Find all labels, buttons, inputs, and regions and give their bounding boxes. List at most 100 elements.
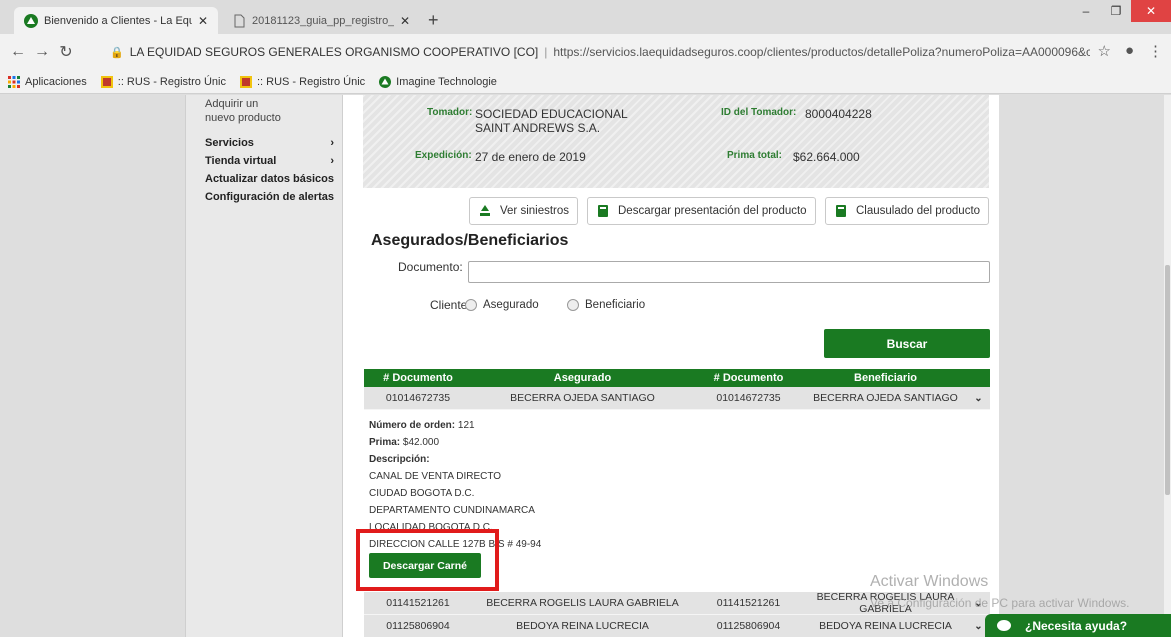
buscar-button[interactable]: Buscar: [824, 329, 990, 358]
menu-icon[interactable]: ⋮: [1148, 42, 1163, 60]
documento-cell: 01014672735: [716, 392, 781, 404]
chevron-right-icon: ›: [330, 155, 334, 167]
activate-windows-title: Activar Windows: [870, 573, 989, 590]
browser-tab-bar: Bienvenido a Clientes - La Equida ✕ 2018…: [0, 0, 1171, 34]
prima-total-value: $62.664.000: [793, 150, 860, 164]
scrollbar[interactable]: [1164, 95, 1171, 637]
siniestro-icon: [480, 205, 490, 216]
scrollbar-thumb[interactable]: [1165, 265, 1170, 495]
bookmark-imagine[interactable]: Imagine Technologie: [379, 75, 497, 88]
sidebar-item-servicios[interactable]: Servicios ›: [186, 136, 342, 150]
book-icon: [598, 205, 608, 217]
bookmark-label: Aplicaciones: [25, 75, 87, 88]
main-content: Tomador: SOCIEDAD EDUCACIONAL SAINT ANDR…: [343, 95, 999, 637]
highlight-box: [356, 529, 499, 591]
expedicion-value: 27 de enero de 2019: [475, 150, 586, 164]
sidebar-item-actualizar-datos[interactable]: Actualizar datos básicos: [186, 172, 342, 186]
table-row[interactable]: 01125806904 BEDOYA REINA LUCRECIA 011258…: [364, 615, 990, 637]
prima-value: $42.000: [402, 437, 440, 448]
restore-icon[interactable]: ❐: [1101, 0, 1131, 22]
documento-input[interactable]: [468, 261, 990, 283]
new-tab-button[interactable]: +: [428, 10, 439, 31]
asegurado-radio[interactable]: Asegurado: [465, 299, 539, 311]
account-icon[interactable]: ●: [1125, 42, 1134, 60]
bookmark-label: Imagine Technologie: [396, 75, 497, 88]
rus-logo-icon: [100, 75, 113, 88]
bookmark-rus-2[interactable]: :: RUS - Registro Únic: [239, 75, 366, 88]
tab-guia[interactable]: 20181123_guia_pp_registro_prov ✕: [222, 7, 420, 34]
descargar-presentacion-button[interactable]: Descargar presentación del producto: [587, 197, 816, 225]
section-title: Asegurados/Beneficiarios: [371, 232, 569, 249]
documento-cell: 01125806904: [716, 620, 781, 632]
radio-circle: [465, 299, 477, 311]
table-row[interactable]: 01014672735 BECERRA OJEDA SANTIAGO 01014…: [364, 387, 990, 410]
bookmarks-bar: Aplicaciones :: RUS - Registro Únic :: R…: [0, 70, 1171, 94]
close-tab-icon[interactable]: ✕: [198, 14, 208, 28]
rus-logo-icon: [239, 75, 252, 88]
url-text: https://servicios.laequidadseguros.coop/…: [553, 45, 1090, 59]
sidebar-item-label: Actualizar datos básicos: [205, 173, 334, 185]
bookmark-star-icon[interactable]: ☆: [1097, 42, 1110, 60]
button-label: Descargar presentación del producto: [618, 205, 807, 217]
detail-line: CIUDAD BOGOTA D.C.: [369, 488, 475, 499]
tab-title: Bienvenido a Clientes - La Equida: [44, 14, 192, 27]
bookmark-aplicaciones[interactable]: Aplicaciones: [8, 75, 87, 88]
id-tomador-label: ID del Tomador:: [721, 107, 797, 118]
asegurado-cell: BEDOYA REINA LUCRECIA: [516, 620, 649, 632]
address-bar: ← → ↻ 🔒 LA EQUIDAD SEGUROS GENERALES ORG…: [0, 34, 1171, 70]
minimize-icon[interactable]: –: [1071, 0, 1101, 22]
sidebar-item-configuracion-alertas[interactable]: Configuración de alertas: [186, 190, 342, 204]
asegurados-table: # Documento Asegurado # Documento Benefi…: [364, 369, 990, 410]
sidebar-item-label: Adquirir un nuevo producto: [205, 98, 281, 124]
chevron-right-icon: ›: [330, 137, 334, 149]
radio-label: Asegurado: [483, 299, 539, 311]
document-icon: [234, 14, 245, 27]
equidad-logo-icon: [379, 75, 392, 88]
forward-icon[interactable]: →: [30, 43, 54, 61]
descripcion-label: Descripción:: [369, 454, 430, 465]
ver-siniestros-button[interactable]: Ver siniestros: [469, 197, 579, 225]
documento-label: Documento:: [398, 260, 463, 274]
column-header: # Documento: [383, 372, 453, 384]
url-organization: LA EQUIDAD SEGUROS GENERALES ORGANISMO C…: [129, 45, 539, 59]
prima-total-label: Prima total:: [727, 150, 783, 161]
asegurado-cell: BECERRA OJEDA SANTIAGO: [510, 392, 655, 404]
expedicion-label: Expedición:: [415, 150, 472, 161]
asegurado-cell: BECERRA ROGELIS LAURA GABRIELA: [486, 597, 679, 609]
documento-cell: 01125806904: [386, 620, 450, 632]
button-label: Clausulado del producto: [856, 205, 981, 217]
button-label: Ver siniestros: [500, 205, 570, 217]
close-window-icon[interactable]: ✕: [1131, 0, 1171, 22]
beneficiario-cell: BECERRA OJEDA SANTIAGO: [813, 392, 958, 404]
tomador-label: Tomador:: [427, 107, 473, 118]
bookmark-label: :: RUS - Registro Únic: [256, 75, 366, 88]
tab-title: 20181123_guia_pp_registro_prov: [252, 14, 394, 27]
radio-label: Beneficiario: [585, 299, 646, 311]
documento-cell: 01141521261: [716, 597, 781, 609]
beneficiario-radio[interactable]: Beneficiario: [567, 299, 645, 311]
policy-summary: Tomador: SOCIEDAD EDUCACIONAL SAINT ANDR…: [363, 95, 989, 188]
sidebar-item-adquirir[interactable]: Adquirir un nuevo producto: [186, 97, 286, 125]
url-separator: |: [544, 45, 548, 59]
url-input[interactable]: 🔒 LA EQUIDAD SEGUROS GENERALES ORGANISMO…: [110, 40, 1090, 64]
documento-cell: 01014672735: [385, 392, 451, 404]
window-controls: – ❐ ✕: [1071, 0, 1171, 22]
chat-bubble-icon: [997, 620, 1011, 631]
reload-icon[interactable]: ↻: [54, 42, 78, 62]
tab-clientes[interactable]: Bienvenido a Clientes - La Equida ✕: [14, 7, 218, 34]
book-icon: [836, 205, 846, 217]
prima-label: Prima:: [369, 437, 401, 448]
sidebar: Adquirir un nuevo producto Servicios › T…: [185, 95, 343, 637]
column-header: Asegurado: [553, 372, 612, 384]
back-icon[interactable]: ←: [6, 43, 30, 61]
sidebar-item-label: Servicios: [205, 137, 254, 149]
chevron-down-icon[interactable]: ⌄: [967, 393, 990, 404]
help-label: ¿Necesita ayuda?: [1025, 618, 1128, 633]
help-chat-button[interactable]: ¿Necesita ayuda?: [985, 614, 1171, 637]
sidebar-item-tienda-virtual[interactable]: Tienda virtual ›: [186, 154, 342, 168]
sidebar-item-label: Tienda virtual: [205, 155, 277, 167]
close-tab-icon[interactable]: ✕: [400, 14, 410, 28]
lock-icon: 🔒: [110, 46, 124, 59]
bookmark-rus-1[interactable]: :: RUS - Registro Únic: [100, 75, 226, 88]
clausulado-button[interactable]: Clausulado del producto: [825, 197, 990, 225]
